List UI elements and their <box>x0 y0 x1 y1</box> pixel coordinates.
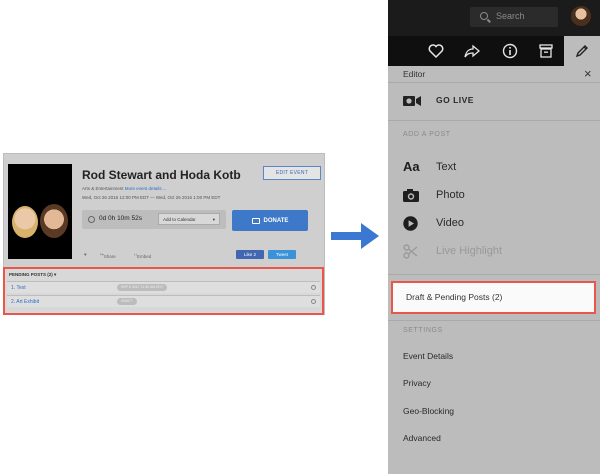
pending-post-row[interactable]: 1. Text SEP 8 2017 11:30 AM EDT <box>7 281 320 293</box>
scissors-icon <box>403 244 418 259</box>
camera-icon <box>403 189 419 202</box>
countdown-box: 0d 0h 10m 52s Add to Calendar ▾ <box>82 210 226 229</box>
close-icon[interactable]: × <box>584 67 592 80</box>
editor-label: Editor <box>403 69 426 79</box>
pending-post-name[interactable]: 1. Text <box>11 285 26 291</box>
archive-icon[interactable] <box>528 36 564 66</box>
play-icon <box>403 216 418 231</box>
chevron-down-icon: ▾ <box>212 217 215 222</box>
donate-label: DONATE <box>263 217 289 224</box>
go-live-label: GO LIVE <box>436 95 474 105</box>
settings-section-label: SETTINGS <box>403 327 443 334</box>
pending-posts-header[interactable]: PENDING POSTS (2) ▾ <box>9 272 56 278</box>
post-type-label: Video <box>436 217 464 229</box>
post-type-video[interactable]: Video <box>388 214 600 234</box>
heart-icon[interactable]: ♥ <box>84 252 87 257</box>
pending-post-badge: SEP 8 2017 11:30 AM EDT <box>117 284 168 291</box>
search-input[interactable]: Search <box>470 7 558 27</box>
event-title: Rod Stewart and Hoda Kotb <box>82 168 241 182</box>
share-link[interactable]: ↪ Share <box>100 252 116 259</box>
pending-post-badge: DRAFT <box>117 298 137 305</box>
heart-icon[interactable] <box>418 36 454 66</box>
clock-icon <box>88 216 95 223</box>
embed-label: Embed <box>137 254 152 259</box>
gear-icon[interactable] <box>311 285 316 290</box>
event-action-bar: ♥ ↪ Share ‹› Embed Like 2 Tweet <box>80 250 324 262</box>
pencil-icon[interactable] <box>564 36 600 66</box>
add-to-calendar-select[interactable]: Add to Calendar ▾ <box>158 213 220 225</box>
add-post-section-label: ADD A POST <box>403 131 451 138</box>
post-type-label: Live Highlight <box>436 245 503 257</box>
guest-photo-2 <box>40 204 68 238</box>
embed-link[interactable]: ‹› Embed <box>134 252 151 259</box>
info-icon[interactable] <box>492 36 528 66</box>
event-card: Rod Stewart and Hoda Kotb Arts & Enterta… <box>3 153 325 315</box>
settings-item-privacy[interactable]: Privacy <box>403 378 431 388</box>
draft-pending-posts-item[interactable]: Draft & Pending Posts (2) <box>391 281 596 314</box>
post-type-live-highlight[interactable]: Live Highlight <box>388 242 600 262</box>
avatar[interactable] <box>571 6 591 26</box>
settings-item-event-details[interactable]: Event Details <box>403 351 453 361</box>
facebook-like-button[interactable]: Like 2 <box>236 250 264 259</box>
post-type-text[interactable]: Aa Text <box>388 158 600 178</box>
calendar-select-label: Add to Calendar <box>163 217 196 222</box>
search-icon <box>480 12 488 20</box>
pending-posts-section: PENDING POSTS (2) ▾ 1. Text SEP 8 2017 1… <box>3 267 324 315</box>
go-live-button[interactable]: GO LIVE <box>388 92 600 110</box>
event-category-text: Arts & Entertainment <box>82 186 124 191</box>
tweet-button[interactable]: Tweet <box>268 250 296 259</box>
settings-item-geo-blocking[interactable]: Geo-Blocking <box>403 406 454 416</box>
arrow-right-icon <box>331 223 379 249</box>
donate-icon <box>251 217 260 224</box>
draft-pending-posts-label: Draft & Pending Posts (2) <box>406 292 503 302</box>
more-details-link[interactable]: More event details ... <box>125 186 167 191</box>
post-type-photo[interactable]: Photo <box>388 186 600 206</box>
pending-post-row[interactable]: 2. Art Exhibit DRAFT <box>7 295 320 307</box>
event-photo <box>8 164 72 259</box>
top-bar: Search <box>388 0 600 36</box>
search-placeholder: Search <box>496 11 525 21</box>
event-category: Arts & Entertainment More event details … <box>82 186 167 191</box>
post-type-label: Text <box>436 161 457 173</box>
divider <box>388 82 600 83</box>
settings-item-advanced[interactable]: Advanced <box>403 433 441 443</box>
divider <box>388 120 600 121</box>
event-dates: Wed, Oct 26 2016 12:00 PM EDT — Wed, Oct… <box>82 195 221 200</box>
pending-post-name[interactable]: 2. Art Exhibit <box>11 299 39 305</box>
countdown-timer: 0d 0h 10m 52s <box>99 215 143 222</box>
post-type-label: Photo <box>436 189 465 201</box>
gear-icon[interactable] <box>311 299 316 304</box>
divider <box>388 274 600 275</box>
donate-button[interactable]: DONATE <box>232 210 308 231</box>
divider <box>388 320 600 321</box>
video-camera-icon <box>403 96 421 106</box>
pending-posts-header-label: PENDING POSTS (2) <box>9 272 53 277</box>
editor-toolbar <box>388 36 600 66</box>
guest-photo-1 <box>12 206 38 238</box>
editor-panel: Search Editor × GO LIVE ADD A POST Aa Te… <box>388 0 600 474</box>
editor-header: Editor × <box>388 66 600 82</box>
edit-event-button[interactable]: EDIT EVENT <box>263 166 321 180</box>
share-label: Share <box>103 254 116 259</box>
share-icon[interactable] <box>454 36 490 66</box>
text-aa-icon: Aa <box>403 159 420 174</box>
